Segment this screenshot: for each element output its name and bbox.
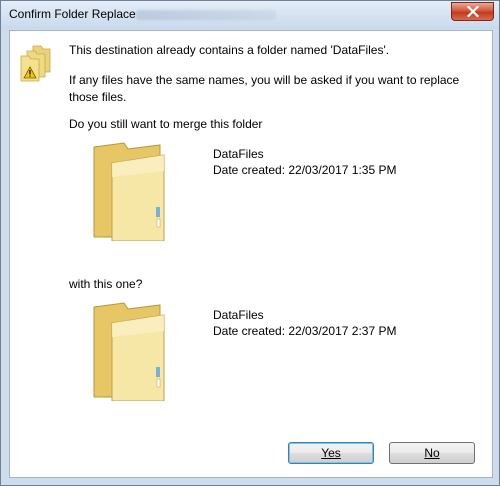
message-line-2: If any files have the same names, you wi… — [69, 73, 460, 104]
folder-warning-icon — [20, 45, 51, 82]
folder-icon — [93, 142, 165, 241]
dest-folder-date: Date created: 22/03/2017 2:37 PM — [213, 324, 397, 338]
blurred-title-text — [136, 10, 276, 20]
window-title: Confirm Folder Replace — [9, 7, 136, 21]
close-button[interactable] — [451, 2, 494, 21]
dest-folder-name: DataFiles — [213, 308, 264, 322]
dest-folder-info: DataFiles Date created: 22/03/2017 2:37 … — [213, 307, 396, 339]
message-line-3: Do you still want to merge this folder — [69, 117, 263, 131]
yes-button-label: Yes — [321, 446, 341, 460]
message-line-1: This destination already contains a fold… — [69, 43, 390, 57]
dialog-window: Confirm Folder Replace This destination … — [0, 0, 500, 486]
source-folder-info: DataFiles Date created: 22/03/2017 1:35 … — [213, 146, 396, 178]
no-button[interactable]: No — [389, 442, 475, 464]
folder-icon — [93, 302, 165, 401]
no-button-label: No — [424, 446, 440, 460]
yes-button[interactable]: Yes — [288, 442, 374, 464]
close-icon — [466, 6, 479, 17]
dialog-content: This destination already contains a fold… — [9, 30, 493, 478]
source-folder-name: DataFiles — [213, 147, 264, 161]
source-folder-date: Date created: 22/03/2017 1:35 PM — [213, 163, 397, 177]
with-this-one-label: with this one? — [69, 277, 143, 291]
title-bar[interactable]: Confirm Folder Replace — [1, 1, 499, 29]
